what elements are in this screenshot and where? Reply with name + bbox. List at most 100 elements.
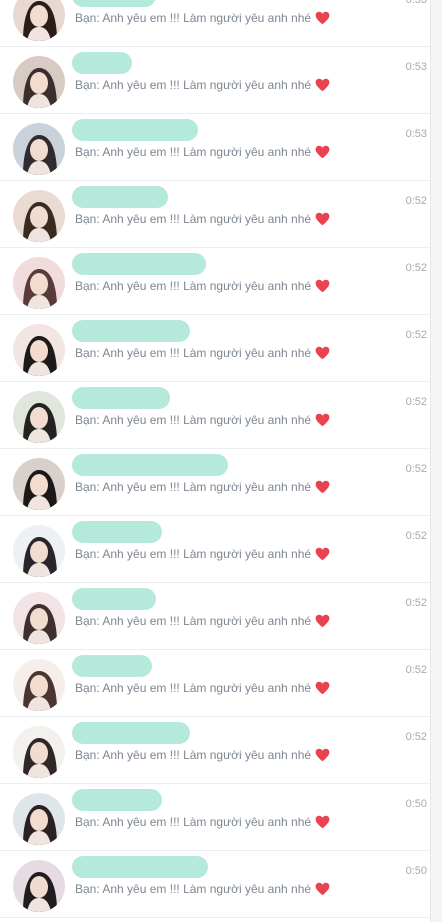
message-time: 0:50 bbox=[405, 798, 427, 810]
contact-name-redacted bbox=[72, 856, 208, 878]
heart-icon bbox=[315, 547, 330, 561]
message-text: Bạn: Anh yêu em !!! Làm người yêu anh nh… bbox=[75, 681, 312, 695]
avatar[interactable] bbox=[13, 726, 65, 778]
message-text: Bạn: Anh yêu em !!! Làm người yêu anh nh… bbox=[75, 279, 312, 293]
message-text: Bạn: Anh yêu em !!! Làm người yêu anh nh… bbox=[75, 614, 312, 628]
message-time: 0:53 bbox=[405, 0, 427, 6]
avatar[interactable] bbox=[13, 391, 65, 443]
message-text: Bạn: Anh yêu em !!! Làm người yêu anh nh… bbox=[75, 413, 312, 427]
avatar[interactable] bbox=[13, 525, 65, 577]
message-time: 0:52 bbox=[405, 597, 427, 609]
contact-name-redacted bbox=[72, 186, 168, 208]
message-time: 0:52 bbox=[405, 396, 427, 408]
conversation-item[interactable]: Bạn: Anh yêu em !!! Làm người yêu anh nh… bbox=[0, 851, 430, 918]
last-message-preview: Bạn: Anh yêu em !!! Làm người yêu anh nh… bbox=[75, 747, 330, 763]
conversation-item[interactable]: Bạn: Anh yêu em !!! Làm người yêu anh nh… bbox=[0, 717, 430, 784]
last-message-preview: Bạn: Anh yêu em !!! Làm người yêu anh nh… bbox=[75, 412, 330, 428]
heart-icon bbox=[315, 413, 330, 427]
conversation-item[interactable]: Bạn: Anh yêu em !!! Làm người yêu anh nh… bbox=[0, 315, 430, 382]
avatar[interactable] bbox=[13, 324, 65, 376]
heart-icon bbox=[315, 815, 330, 829]
message-time: 0:52 bbox=[405, 329, 427, 341]
conversation-item[interactable]: Bạn: Anh yêu em !!! Làm người yêu anh nh… bbox=[0, 449, 430, 516]
contact-name-redacted bbox=[72, 0, 156, 7]
message-time: 0:52 bbox=[405, 731, 427, 743]
contact-name-redacted bbox=[72, 722, 190, 744]
conversation-item[interactable]: Bạn: Anh yêu em !!! Làm người yêu anh nh… bbox=[0, 114, 430, 181]
avatar[interactable] bbox=[13, 257, 65, 309]
heart-icon bbox=[315, 78, 330, 92]
conversation-item[interactable]: Bạn: Anh yêu em !!! Làm người yêu anh nh… bbox=[0, 650, 430, 717]
heart-icon bbox=[315, 748, 330, 762]
contact-name-redacted bbox=[72, 655, 152, 677]
avatar[interactable] bbox=[13, 860, 65, 912]
last-message-preview: Bạn: Anh yêu em !!! Làm người yêu anh nh… bbox=[75, 546, 330, 562]
message-text: Bạn: Anh yêu em !!! Làm người yêu anh nh… bbox=[75, 11, 312, 25]
message-time: 0:52 bbox=[405, 195, 427, 207]
avatar[interactable] bbox=[13, 793, 65, 845]
avatar[interactable] bbox=[13, 56, 65, 108]
avatar[interactable] bbox=[13, 659, 65, 711]
message-time: 0:52 bbox=[405, 530, 427, 542]
contact-name-redacted bbox=[72, 387, 170, 409]
last-message-preview: Bạn: Anh yêu em !!! Làm người yêu anh nh… bbox=[75, 613, 330, 629]
avatar[interactable] bbox=[13, 0, 65, 41]
message-text: Bạn: Anh yêu em !!! Làm người yêu anh nh… bbox=[75, 547, 312, 561]
message-text: Bạn: Anh yêu em !!! Làm người yêu anh nh… bbox=[75, 346, 312, 360]
message-text: Bạn: Anh yêu em !!! Làm người yêu anh nh… bbox=[75, 748, 312, 762]
heart-icon bbox=[315, 882, 330, 896]
message-time: 0:53 bbox=[405, 61, 427, 73]
message-text: Bạn: Anh yêu em !!! Làm người yêu anh nh… bbox=[75, 78, 312, 92]
last-message-preview: Bạn: Anh yêu em !!! Làm người yêu anh nh… bbox=[75, 144, 330, 160]
message-text: Bạn: Anh yêu em !!! Làm người yêu anh nh… bbox=[75, 212, 312, 226]
message-time: 0:52 bbox=[405, 664, 427, 676]
avatar[interactable] bbox=[13, 592, 65, 644]
avatar[interactable] bbox=[13, 123, 65, 175]
message-text: Bạn: Anh yêu em !!! Làm người yêu anh nh… bbox=[75, 480, 312, 494]
message-time: 0:52 bbox=[405, 463, 427, 475]
contact-name-redacted bbox=[72, 320, 190, 342]
last-message-preview: Bạn: Anh yêu em !!! Làm người yêu anh nh… bbox=[75, 77, 330, 93]
avatar[interactable] bbox=[13, 190, 65, 242]
scrollbar[interactable] bbox=[430, 0, 442, 922]
last-message-preview: Bạn: Anh yêu em !!! Làm người yêu anh nh… bbox=[75, 10, 330, 26]
last-message-preview: Bạn: Anh yêu em !!! Làm người yêu anh nh… bbox=[75, 211, 330, 227]
conversation-item[interactable]: Bạn: Anh yêu em !!! Làm người yêu anh nh… bbox=[0, 181, 430, 248]
message-time: 0:50 bbox=[405, 865, 427, 877]
contact-name-redacted bbox=[72, 253, 206, 275]
contact-name-redacted bbox=[72, 521, 162, 543]
message-text: Bạn: Anh yêu em !!! Làm người yêu anh nh… bbox=[75, 145, 312, 159]
heart-icon bbox=[315, 279, 330, 293]
last-message-preview: Bạn: Anh yêu em !!! Làm người yêu anh nh… bbox=[75, 881, 330, 897]
contact-name-redacted bbox=[72, 52, 132, 74]
heart-icon bbox=[315, 212, 330, 226]
heart-icon bbox=[315, 11, 330, 25]
message-time: 0:53 bbox=[405, 128, 427, 140]
heart-icon bbox=[315, 681, 330, 695]
conversation-item[interactable]: Bạn: Anh yêu em !!! Làm người yêu anh nh… bbox=[0, 583, 430, 650]
message-text: Bạn: Anh yêu em !!! Làm người yêu anh nh… bbox=[75, 882, 312, 896]
message-text: Bạn: Anh yêu em !!! Làm người yêu anh nh… bbox=[75, 815, 312, 829]
contact-name-redacted bbox=[72, 588, 156, 610]
conversation-item[interactable]: Bạn: Anh yêu em !!! Làm người yêu anh nh… bbox=[0, 47, 430, 114]
last-message-preview: Bạn: Anh yêu em !!! Làm người yêu anh nh… bbox=[75, 278, 330, 294]
conversation-item[interactable]: Bạn: Anh yêu em !!! Làm người yêu anh nh… bbox=[0, 382, 430, 449]
conversation-item[interactable]: Bạn: Anh yêu em !!! Làm người yêu anh nh… bbox=[0, 0, 430, 47]
last-message-preview: Bạn: Anh yêu em !!! Làm người yêu anh nh… bbox=[75, 479, 330, 495]
heart-icon bbox=[315, 346, 330, 360]
heart-icon bbox=[315, 145, 330, 159]
heart-icon bbox=[315, 614, 330, 628]
contact-name-redacted bbox=[72, 789, 162, 811]
conversation-list: Bạn: Anh yêu em !!! Làm người yêu anh nh… bbox=[0, 0, 442, 922]
conversation-item[interactable]: Bạn: Anh yêu em !!! Làm người yêu anh nh… bbox=[0, 784, 430, 851]
avatar[interactable] bbox=[13, 458, 65, 510]
last-message-preview: Bạn: Anh yêu em !!! Làm người yêu anh nh… bbox=[75, 814, 330, 830]
conversation-item[interactable]: Bạn: Anh yêu em !!! Làm người yêu anh nh… bbox=[0, 516, 430, 583]
contact-name-redacted bbox=[72, 119, 198, 141]
last-message-preview: Bạn: Anh yêu em !!! Làm người yêu anh nh… bbox=[75, 680, 330, 696]
heart-icon bbox=[315, 480, 330, 494]
message-time: 0:52 bbox=[405, 262, 427, 274]
conversation-item[interactable]: Bạn: Anh yêu em !!! Làm người yêu anh nh… bbox=[0, 248, 430, 315]
last-message-preview: Bạn: Anh yêu em !!! Làm người yêu anh nh… bbox=[75, 345, 330, 361]
contact-name-redacted bbox=[72, 454, 228, 476]
